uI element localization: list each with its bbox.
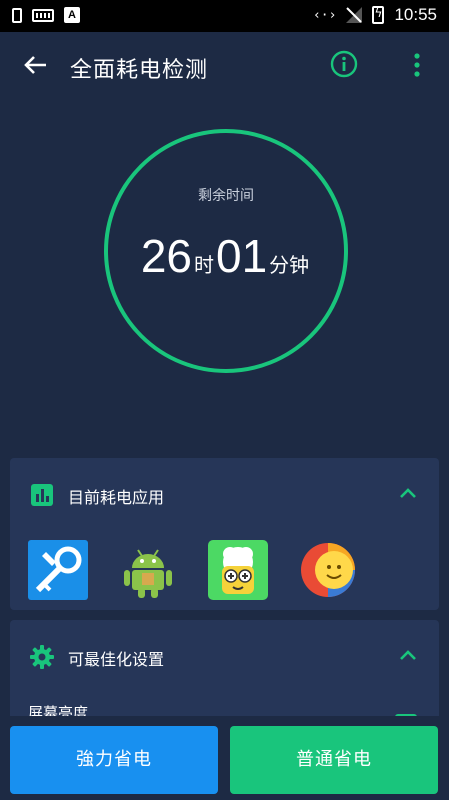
power-apps-card: 目前耗电应用 [10, 458, 439, 610]
sim-card-icon [12, 7, 22, 23]
hours-unit: 时 [194, 253, 214, 277]
power-apps-card-header[interactable]: 目前耗电应用 [10, 458, 439, 528]
bottom-action-bar: 強力省电 普通省电 [0, 716, 449, 800]
smiley-colorful-app-icon[interactable] [298, 540, 358, 600]
no-signal-icon [346, 7, 363, 23]
cartoon-face-app-icon[interactable] [208, 540, 268, 600]
remaining-time-label: 剩余时间 [198, 188, 254, 204]
optimize-settings-card: 可最佳化设置 屏幕亮度 [10, 620, 439, 730]
remaining-time-ring: 剩余时间 26 时01 分钟 [104, 129, 348, 373]
back-arrow-icon[interactable] [20, 50, 50, 80]
clock: 10:55 [394, 5, 437, 24]
optimize-settings-card-title: 可最佳化设置 [68, 650, 165, 669]
strong-power-save-button[interactable]: 強力省电 [10, 726, 218, 794]
optimize-settings-card-header[interactable]: 可最佳化设置 [10, 620, 439, 690]
notification-a-icon: A [64, 7, 80, 23]
chevron-up-icon[interactable] [399, 646, 417, 664]
gear-icon [30, 645, 54, 669]
hours-value: 26 [140, 230, 192, 282]
status-left-icons: A [12, 7, 80, 23]
toolbar: 全面耗电检测 [0, 32, 449, 100]
info-icon[interactable] [330, 50, 358, 78]
battery-saver-icon [32, 8, 54, 22]
android-robot-app-icon[interactable] [118, 540, 178, 600]
minutes-unit: 分钟 [269, 253, 310, 277]
page-title: 全面耗电检测 [70, 58, 209, 83]
minutes-value: 01 [216, 230, 268, 282]
more-options-icon[interactable] [405, 50, 429, 80]
battery-charging-icon [372, 6, 385, 24]
app-icon-list [28, 540, 358, 600]
bar-chart-icon [31, 484, 53, 506]
key-wrench-app-icon[interactable] [28, 540, 88, 600]
remaining-time-value: 26 时01 分钟 [108, 229, 344, 283]
power-apps-card-title: 目前耗电应用 [68, 488, 165, 507]
normal-power-save-button[interactable]: 普通省电 [230, 726, 438, 794]
status-right-icons: ‹·› 10:55 [313, 5, 437, 25]
chevron-up-icon[interactable] [399, 484, 417, 502]
data-transfer-icon: ‹·› [312, 7, 337, 23]
status-bar: A ‹·› 10:55 [0, 0, 449, 32]
